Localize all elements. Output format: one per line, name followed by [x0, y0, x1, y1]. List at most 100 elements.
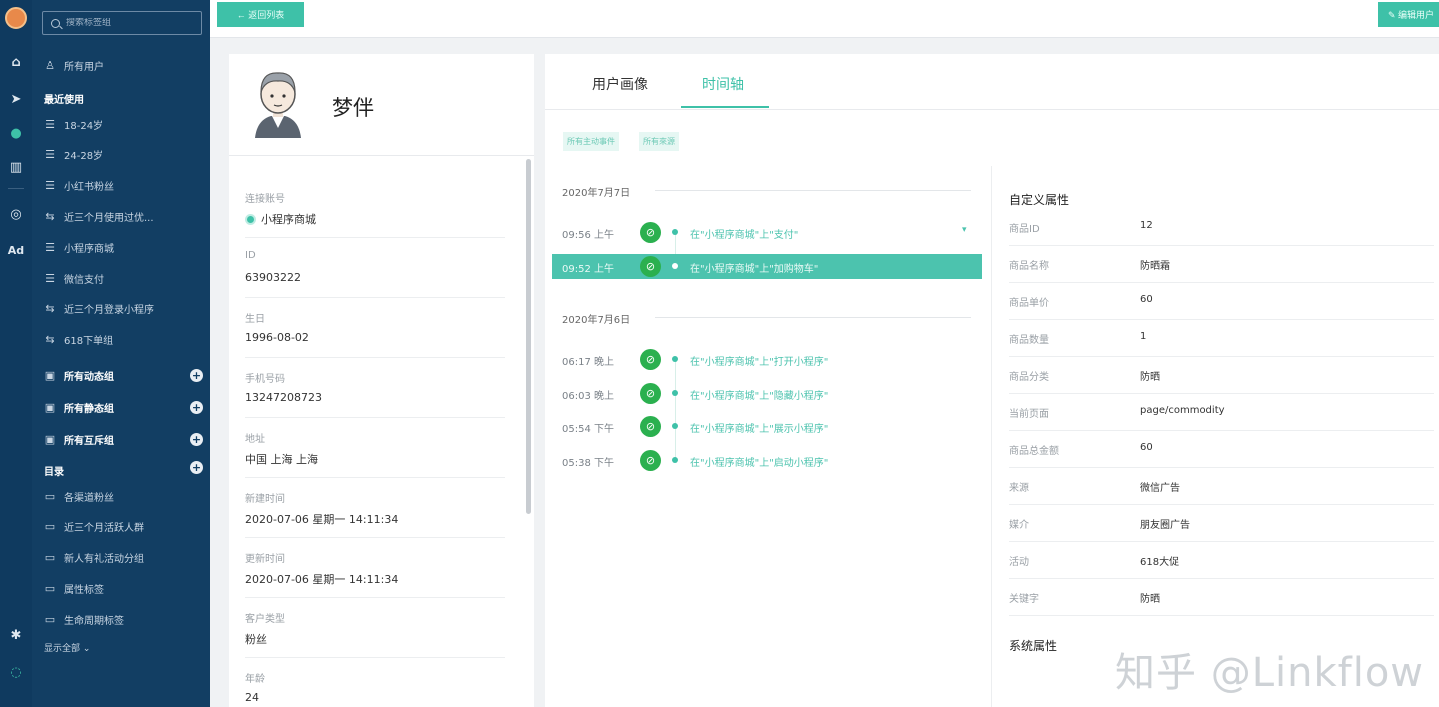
timeline-event[interactable]: 05:38 下午 ⊘ 在"小程序商城"上"启动小程序"	[552, 448, 982, 473]
event-time: 05:38 下午	[562, 458, 614, 469]
timeline-event[interactable]: 05:54 下午 ⊘ 在"小程序商城"上"展示小程序"	[552, 414, 982, 439]
field-value-text: 小程序商城	[261, 213, 316, 226]
add-group-button[interactable]: +	[190, 369, 203, 382]
sidebar-folder[interactable]: ▭ 近三个月活跃人群	[42, 518, 144, 536]
main-panel: 用户画像 时间轴 所有主动事件 所有來源 2020年7月7日 09:56 上午 ⊘ 在…	[545, 54, 1439, 707]
sidebar-item[interactable]: ☰ 小程序商城	[42, 238, 114, 256]
sidebar-folder[interactable]: ▭ 属性标签	[42, 579, 104, 597]
field-value: 2020-07-06 星期一 14:11:34	[245, 571, 398, 587]
search-box[interactable]	[42, 11, 202, 35]
search-input[interactable]	[66, 18, 186, 28]
field-value: 中国 上海 上海	[245, 451, 318, 467]
chevron-down-icon[interactable]: ▾	[962, 225, 967, 235]
sidebar-item[interactable]: ⇆ 近三个月登录小程序	[42, 300, 154, 318]
show-all-link[interactable]: 显示全部 ⌄	[44, 641, 90, 654]
home-icon[interactable]: ⌂	[0, 55, 32, 70]
profile-scrollbar[interactable]	[526, 159, 531, 514]
filter-chip-events[interactable]: 所有主动事件	[563, 132, 619, 151]
sidebar-folder[interactable]: ▭ 新人有礼活动分组	[42, 549, 144, 567]
chat-icon[interactable]: ◎	[0, 207, 32, 222]
folder-icon: ▭	[44, 489, 56, 503]
add-group-button[interactable]: +	[190, 433, 203, 446]
event-description: 在"小程序商城"上"隐藏小程序"	[690, 391, 829, 402]
date-divider	[655, 317, 971, 318]
custom-props-title: 自定义属性	[1009, 193, 1070, 207]
sidebar-item-all-users[interactable]: ♙ 所有用户	[42, 56, 104, 74]
settings-icon[interactable]: ✱	[0, 628, 32, 643]
message-icon[interactable]: ◌	[0, 665, 32, 680]
user-icon[interactable]: ●	[0, 126, 32, 141]
sidebar-group-label: 所有动态组	[64, 371, 114, 383]
field-value-text: 24	[245, 691, 259, 704]
property-value: page/commodity	[1140, 405, 1225, 416]
sidebar-folder[interactable]: ▭ 各渠道粉丝	[42, 487, 114, 505]
property-value: 1	[1140, 331, 1147, 342]
sidebar-group[interactable]: ▣ 所有静态组	[42, 398, 114, 416]
field-value-text: 63903222	[245, 271, 301, 284]
event-time: 05:54 下午	[562, 424, 614, 435]
field-value: 24	[245, 691, 259, 704]
user-name: 梦伴	[332, 96, 374, 120]
bar-chart-icon[interactable]: ▥	[0, 160, 32, 175]
icon-rail: ⌂ ➤ ● ▥ ◎ Ad ✱ ◌	[0, 0, 32, 707]
property-key: 活动	[1009, 557, 1029, 568]
logo-icon[interactable]	[5, 7, 27, 29]
timeline-dot	[672, 390, 678, 396]
link-icon: ⊘	[640, 383, 661, 404]
event-time: 09:52 上午	[562, 264, 614, 275]
sidebar-item[interactable]: ☰ 微信支付	[42, 269, 104, 287]
watermark: 知乎 @Linkflow	[1115, 650, 1425, 696]
property-key: 商品数量	[1009, 335, 1049, 346]
tab-user-portrait[interactable]: 用户画像	[592, 74, 648, 94]
field-label: 年龄	[245, 674, 265, 685]
field-label: 地址	[245, 434, 265, 445]
timeline-event[interactable]: 06:17 晚上 ⊘ 在"小程序商城"上"打开小程序"	[552, 347, 982, 372]
list-icon: ☰	[45, 271, 55, 285]
link-icon: ⊘	[640, 450, 661, 471]
property-key: 商品名称	[1009, 261, 1049, 272]
filter-chip-sources[interactable]: 所有來源	[639, 132, 679, 151]
ad-icon[interactable]: Ad	[0, 244, 32, 257]
sidebar-group[interactable]: ▣ 所有互斥组	[42, 430, 114, 448]
folder-icon: ▭	[44, 581, 56, 595]
timeline-dot	[672, 457, 678, 463]
sidebar-folder[interactable]: ▭ 生命周期标签	[42, 610, 124, 628]
sidebar-folder-label: 属性标签	[64, 584, 104, 596]
property-row: 商品单价 60	[1009, 283, 1434, 320]
sidebar-group[interactable]: ▣ 所有动态组	[42, 366, 114, 384]
edit-user-button[interactable]: ✎ 编辑用户	[1378, 2, 1439, 27]
sidebar-item-label: 近三个月登录小程序	[64, 305, 154, 317]
sidebar-item[interactable]: ☰ 18-24岁	[42, 115, 103, 133]
property-row: 活动 618大促	[1009, 542, 1434, 579]
sync-icon: ⇆	[45, 302, 55, 316]
timeline-event[interactable]: 09:56 上午 ⊘ 在"小程序商城"上"支付" ▾	[552, 220, 982, 245]
timeline-event[interactable]: 06:03 晚上 ⊘ 在"小程序商城"上"隐藏小程序"	[552, 381, 982, 406]
add-group-button[interactable]: +	[190, 401, 203, 414]
folder-icon: ▭	[44, 612, 56, 626]
send-icon[interactable]: ➤	[0, 92, 32, 107]
timeline-dot	[672, 356, 678, 362]
field-value: 小程序商城	[245, 211, 316, 227]
property-value: 防晒	[1140, 594, 1160, 605]
sidebar-folder-label: 近三个月活跃人群	[64, 523, 144, 535]
field-label: 生日	[245, 314, 265, 325]
sidebar-item[interactable]: ☰ 小红书粉丝	[42, 177, 114, 195]
group-icon: ▣	[44, 400, 56, 414]
sidebar-item[interactable]: ⇆ 近三个月使用过优...	[42, 207, 153, 225]
recent-header: 最近使用	[44, 95, 84, 106]
search-icon	[51, 18, 60, 28]
sidebar-folder-label: 新人有礼活动分组	[64, 554, 144, 566]
tab-bar: 用户画像 时间轴	[545, 54, 1439, 110]
back-to-list-button[interactable]: ← 返回列表	[217, 2, 304, 27]
add-catalog-button[interactable]: +	[190, 461, 203, 474]
folder-icon: ▭	[44, 520, 56, 534]
property-row: 来源 微信广告	[1009, 468, 1434, 505]
field-value-text: 2020-07-06 星期一 14:11:34	[245, 513, 399, 526]
sidebar-item[interactable]: ⇆ 618下单组	[42, 331, 113, 349]
timeline-event[interactable]: 09:52 上午 ⊘ 在"小程序商城"上"加购物车"	[552, 254, 982, 279]
property-value: 朋友圈广告	[1140, 520, 1190, 531]
group-icon: ▣	[44, 432, 56, 446]
catalog-header: 目录	[44, 467, 64, 478]
sidebar-item[interactable]: ☰ 24-28岁	[42, 146, 103, 164]
tab-timeline[interactable]: 时间轴	[702, 74, 744, 94]
